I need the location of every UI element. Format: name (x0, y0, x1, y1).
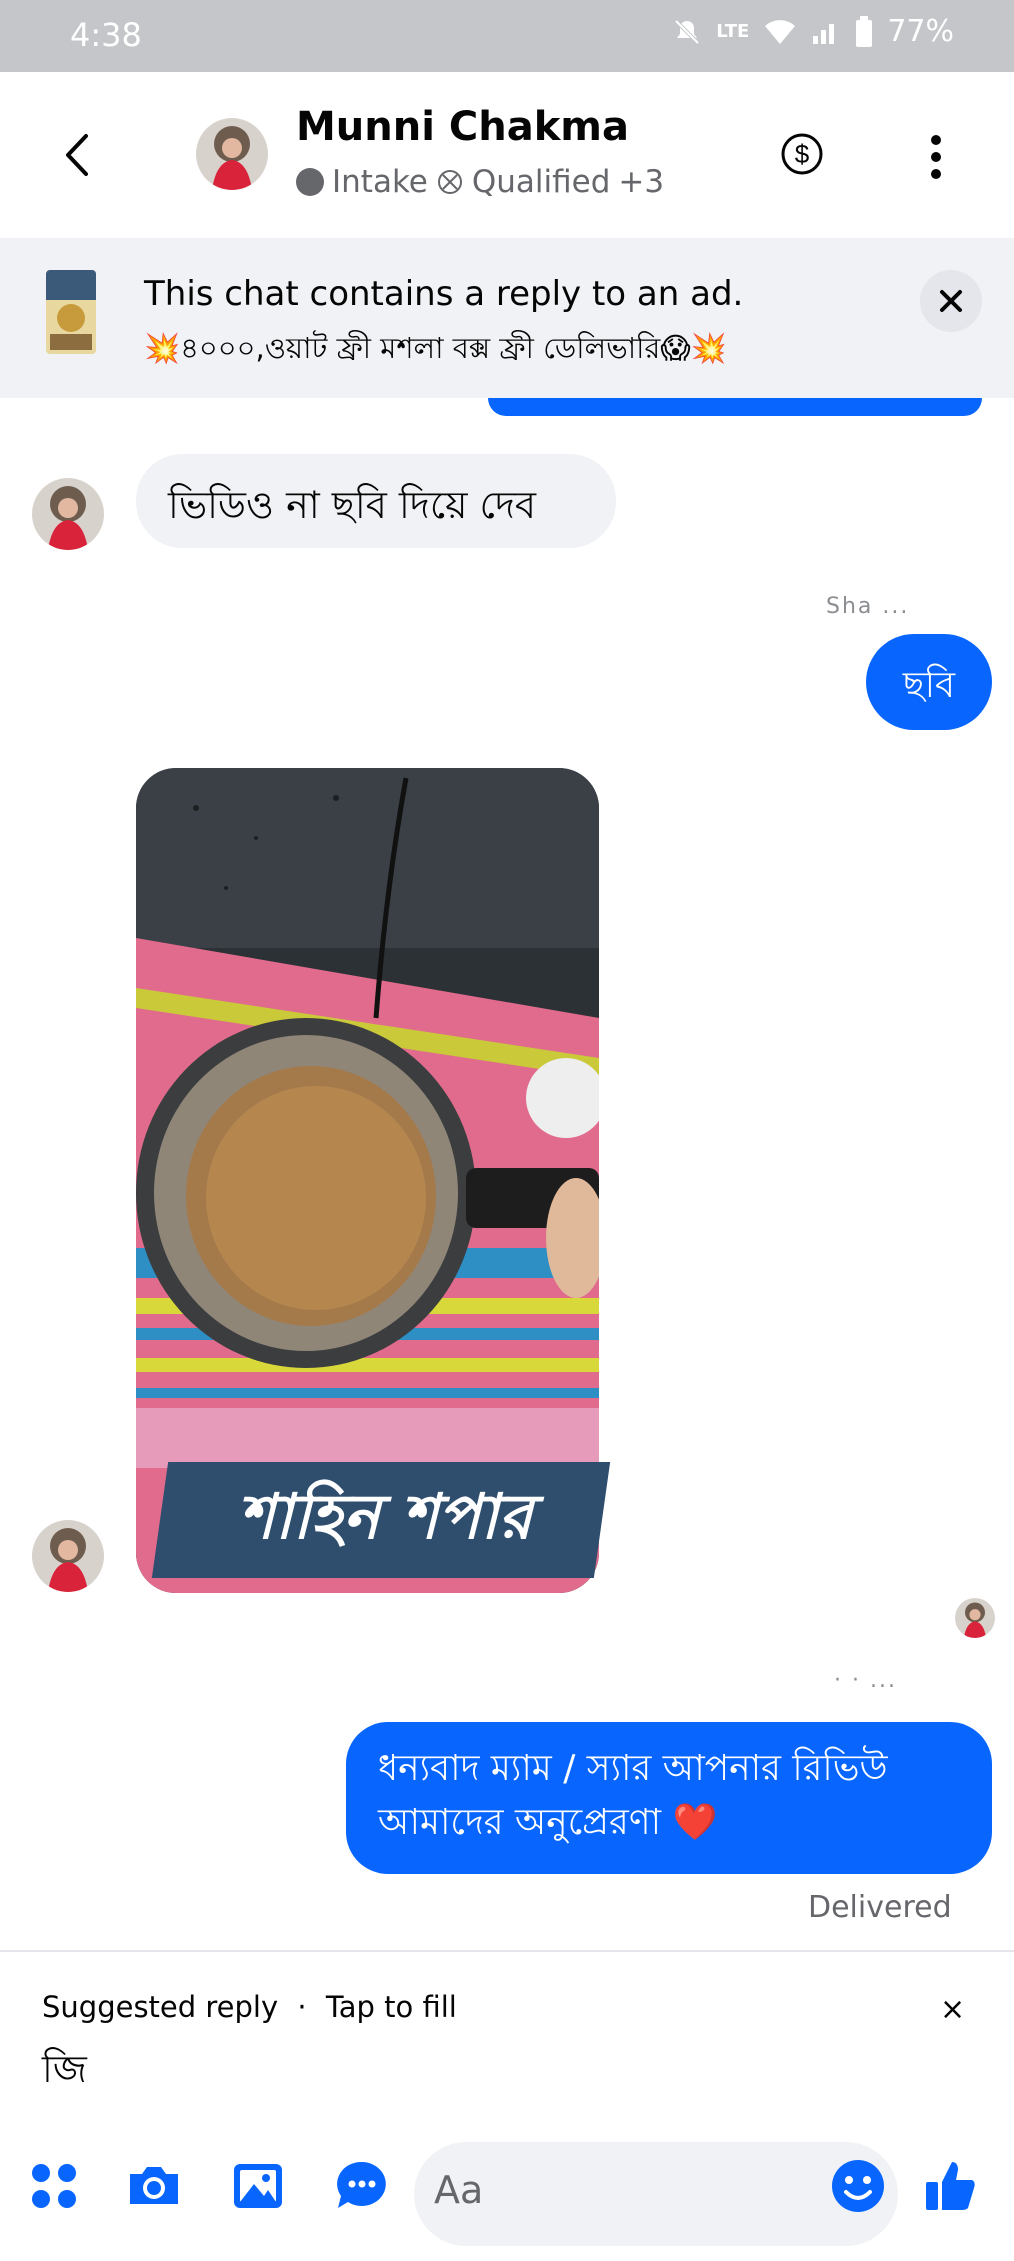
photo-caption-text: শাহিন শপার (237, 1480, 533, 1553)
suggested-reply-label: Suggested reply (42, 1990, 279, 2024)
camera-icon[interactable] (124, 2156, 184, 2216)
sender-avatar[interactable] (32, 478, 104, 550)
battery-percent: 77% (887, 14, 954, 49)
ad-banner-subtitle: 💥৪০০০,ওয়াট ফ্রী মশলা বক্স ফ্রী ডেলিভারি… (144, 331, 727, 365)
mute-icon (674, 19, 700, 44)
message-text-line-1: ধন্যবাদ ম্যাম / স্যার আপনার রিভিউ (378, 1748, 888, 1789)
tap-to-fill-label: Tap to fill (325, 1990, 457, 2024)
read-receipt-avatar (955, 1598, 995, 1638)
ad-banner-close-button[interactable] (920, 270, 982, 332)
message-input-placeholder: Aa (434, 2168, 484, 2212)
seen-by-label: · · ... (834, 1668, 897, 1693)
signal-icon (813, 23, 835, 44)
wifi-icon (765, 19, 796, 44)
dollar-icon[interactable]: $ (780, 132, 824, 176)
svg-text:$: $ (795, 139, 810, 169)
outgoing-message[interactable]: ধন্যবাদ ম্যাম / স্যার আপনার রিভিউ আমাদের… (346, 1722, 992, 1874)
label-more: +3 (618, 164, 665, 200)
previous-message-bubble[interactable] (488, 398, 982, 416)
contact-avatar[interactable] (196, 118, 268, 190)
delivery-status: Delivered (808, 1890, 952, 1925)
status-icons: LTE 77% (672, 14, 954, 49)
chat-header: Munni Chakma Intake Qualified +3 $ (0, 72, 1014, 238)
more-vertical-icon[interactable] (926, 132, 946, 182)
label-qualified: Qualified (471, 164, 611, 200)
gallery-icon[interactable] (228, 2156, 288, 2216)
message-text: ছবি (902, 665, 956, 706)
contact-labels[interactable]: Intake Qualified +3 (296, 164, 664, 200)
seen-by-label: Sha ... (826, 594, 910, 619)
message-text-line-2: আমাদের অনুপ্রেরণা ❤️ (378, 1802, 718, 1843)
ad-banner-title: This chat contains a reply to an ad. (144, 274, 744, 314)
network-label: LTE (716, 21, 750, 42)
suggested-reply-text[interactable]: জি (42, 2040, 87, 2104)
back-icon[interactable] (56, 130, 96, 180)
separator: · (297, 1990, 307, 2024)
qualified-label-icon (437, 170, 462, 194)
ad-thumbnail (46, 270, 96, 354)
message-input[interactable] (414, 2142, 898, 2246)
saved-reply-icon[interactable] (332, 2156, 392, 2216)
incoming-message[interactable]: ভিডিও না ছবি দিয়ে দেব (136, 454, 616, 548)
emoji-icon[interactable] (828, 2156, 888, 2216)
ad-reply-banner[interactable]: This chat contains a reply to an ad. 💥৪০… (0, 238, 1014, 398)
contact-name[interactable]: Munni Chakma (296, 104, 629, 150)
like-icon[interactable] (920, 2156, 980, 2216)
outgoing-message[interactable]: ছবি (866, 634, 992, 730)
label-dot-icon (296, 168, 324, 196)
suggested-reply-close-icon[interactable]: × (940, 1992, 965, 2027)
label-intake: Intake (332, 164, 428, 200)
message-composer: Aa (0, 2130, 1014, 2261)
battery-icon (856, 15, 873, 47)
message-text: ভিডিও না ছবি দিয়ে দেব (168, 483, 537, 527)
close-icon (940, 290, 962, 312)
sender-avatar[interactable] (32, 1520, 104, 1592)
status-bar: 4:38 LTE 77% (0, 0, 1014, 72)
divider (0, 1950, 1014, 1952)
apps-icon[interactable] (24, 2156, 84, 2216)
status-time: 4:38 (70, 16, 142, 54)
suggested-reply-header: Suggested reply · Tap to fill (42, 1990, 457, 2024)
